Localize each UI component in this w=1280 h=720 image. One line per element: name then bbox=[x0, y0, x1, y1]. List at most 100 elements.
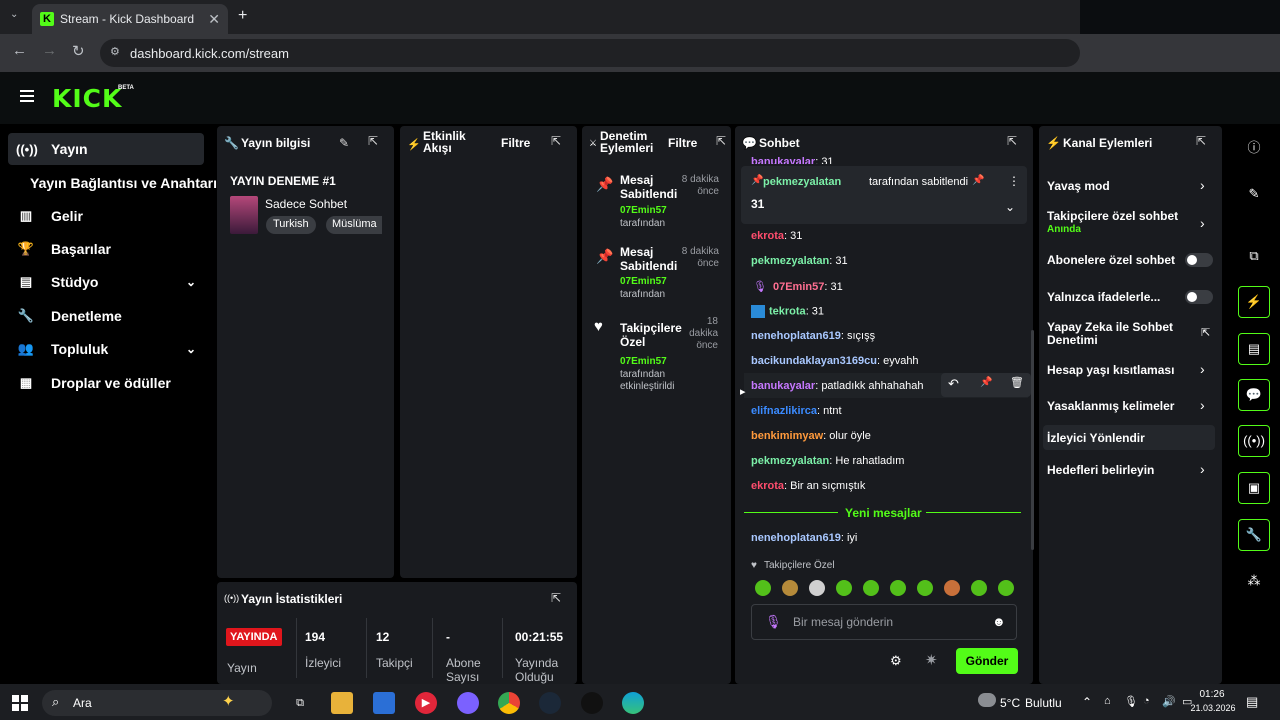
chat-input-placeholder[interactable]: Bir mesaj gönderin bbox=[793, 615, 893, 629]
emote-icon[interactable] bbox=[782, 580, 798, 596]
emotes-only-toggle[interactable] bbox=[1185, 290, 1213, 304]
chat-scrollbar[interactable] bbox=[1031, 330, 1034, 550]
chat-username[interactable]: ekrota bbox=[751, 230, 784, 242]
subscribers-only-toggle[interactable] bbox=[1185, 253, 1213, 267]
emote-icon[interactable] bbox=[809, 580, 825, 596]
edge-icon[interactable] bbox=[622, 692, 644, 714]
chat-message[interactable]: elifnazlikirca: ntnt bbox=[751, 405, 842, 417]
popout-icon[interactable]: ⇱ bbox=[551, 134, 561, 148]
sidebar-item-gelir[interactable]: ▥ Gelir bbox=[8, 200, 204, 232]
chat-username[interactable]: banukayalar bbox=[751, 156, 815, 164]
filter-button[interactable]: Filtre bbox=[501, 136, 530, 150]
back-icon[interactable]: ← bbox=[12, 42, 27, 59]
clock-time[interactable]: 01:26 bbox=[1195, 689, 1229, 700]
chevron-right-icon[interactable]: › bbox=[1200, 177, 1205, 193]
chat-message[interactable]: pekmezyalatan: He rahatladım bbox=[751, 455, 904, 467]
emote-icon[interactable] bbox=[890, 580, 906, 596]
edit-icon[interactable]: ✎ bbox=[1238, 178, 1270, 210]
chat-message[interactable]: pekmezyalatan: 31 bbox=[751, 255, 848, 267]
chevron-right-icon[interactable]: › bbox=[1200, 397, 1205, 413]
chevron-right-icon[interactable]: › bbox=[1200, 215, 1205, 231]
chevron-down-icon[interactable]: ⌄ bbox=[186, 275, 196, 289]
chat-message[interactable]: banukayalar: 31 bbox=[751, 156, 834, 164]
discord-icon[interactable] bbox=[457, 692, 479, 714]
chat-message[interactable]: benkimimyaw: olur öyle bbox=[751, 430, 871, 442]
edit-icon[interactable]: ✎ bbox=[339, 136, 349, 150]
popout-icon[interactable]: ⇱ bbox=[551, 591, 561, 605]
pin-icon[interactable]: 📌 bbox=[980, 377, 992, 388]
chrome-icon[interactable] bbox=[498, 692, 520, 714]
mic-tray-icon[interactable]: 🎙 bbox=[1124, 695, 1138, 708]
chat-message[interactable]: nenehoplatan619: iyi bbox=[751, 532, 857, 544]
channel-action-raid[interactable]: İzleyici Yönlendir bbox=[1047, 431, 1145, 445]
windows-start-icon[interactable] bbox=[12, 695, 28, 711]
notification-icon[interactable]: ▤ bbox=[1246, 694, 1258, 710]
unpin-icon[interactable]: 📌 bbox=[972, 175, 984, 186]
close-tab-icon[interactable]: ✕ bbox=[208, 11, 220, 28]
video-icon[interactable]: ▣ bbox=[1238, 472, 1270, 504]
sidebar-item-denetleme[interactable]: 🔧 Denetleme bbox=[8, 300, 204, 332]
filter-button[interactable]: Filtre bbox=[668, 136, 697, 150]
clock-date[interactable]: 21.03.2026 bbox=[1187, 703, 1239, 713]
category-name[interactable]: Sadece Sohbet bbox=[265, 197, 347, 211]
network-icon[interactable]: ⌂ bbox=[1104, 695, 1111, 707]
chat-message[interactable]: bacikundaklayan3169cu: eyvahh bbox=[751, 355, 919, 367]
chat-message[interactable]: ekrota: 31 bbox=[751, 230, 802, 242]
tray-expand-icon[interactable]: ⌃ bbox=[1082, 695, 1092, 709]
reply-icon[interactable]: ↶ bbox=[948, 376, 959, 392]
chat-username[interactable]: pekmezyalatan bbox=[751, 255, 829, 267]
tag-turkish[interactable]: Turkish bbox=[266, 216, 316, 234]
chat-username[interactable]: ekrota bbox=[751, 480, 784, 492]
nodes-icon[interactable]: ⁂ bbox=[1238, 565, 1270, 597]
obs-icon[interactable] bbox=[581, 692, 603, 714]
mod-event-user[interactable]: 07Emin57 bbox=[620, 205, 667, 216]
chat-message[interactable]: nenehoplatan619: sıçışş bbox=[751, 330, 875, 342]
new-tab-button[interactable]: + bbox=[238, 7, 247, 25]
chevron-right-icon[interactable]: › bbox=[1200, 361, 1205, 377]
chat-message[interactable]: tekrota: 31 bbox=[751, 305, 824, 318]
sidebar-item-yayin[interactable]: ((•)) Yayın bbox=[8, 133, 204, 165]
wrench-icon[interactable]: 🔧 bbox=[1238, 519, 1270, 551]
chat-username[interactable]: benkimimyaw bbox=[751, 430, 823, 442]
screenshot-icon[interactable]: ⧉ bbox=[1238, 240, 1270, 272]
external-link-icon[interactable]: ⇱ bbox=[1201, 326, 1210, 339]
weather-text[interactable]: Bulutlu bbox=[1025, 696, 1062, 710]
site-info-icon[interactable]: ⚙ bbox=[110, 45, 120, 58]
menu-icon[interactable] bbox=[20, 90, 34, 102]
mod-event-user[interactable]: 07Emin57 bbox=[620, 356, 667, 367]
channel-action-subscribers-only[interactable]: Abonelere özel sohbet bbox=[1047, 253, 1175, 267]
chat-username[interactable]: banukayalar bbox=[751, 380, 815, 392]
chat-username[interactable]: tekrota bbox=[769, 305, 806, 317]
broadcast-icon[interactable]: ((•)) bbox=[1238, 425, 1270, 457]
chevron-down-icon[interactable]: ⌄ bbox=[1005, 200, 1015, 214]
more-icon[interactable]: ⋮ bbox=[1008, 174, 1020, 188]
channel-action-slow-mode[interactable]: Yavaş mod bbox=[1047, 179, 1110, 193]
notes-icon[interactable]: ▤ bbox=[1238, 333, 1270, 365]
popout-icon[interactable]: ⇱ bbox=[1196, 134, 1206, 148]
wifi-icon[interactable]: ◔ bbox=[1143, 695, 1150, 707]
sidebar-item-basarilar[interactable]: 🏆 Başarılar bbox=[8, 233, 204, 265]
bolt-icon[interactable]: ⚡ bbox=[1238, 286, 1270, 318]
sidebar-item-stream-key[interactable]: Yayın Bağlantısı ve Anahtarı bbox=[22, 167, 218, 199]
sidebar-item-droplar[interactable]: ▦ Droplar ve ödüller bbox=[8, 367, 204, 399]
emoji-icon[interactable]: ☻ bbox=[992, 614, 1006, 629]
kick-logo[interactable]: KICK bbox=[52, 84, 122, 113]
sidebar-item-studyo[interactable]: ▤ Stüdyo ⌄ bbox=[8, 266, 204, 298]
emote-icon[interactable] bbox=[917, 580, 933, 596]
delete-icon[interactable]: 🗑 bbox=[1010, 376, 1024, 389]
file-explorer-icon[interactable] bbox=[331, 692, 353, 714]
weather-temp[interactable]: 5°C bbox=[1000, 696, 1020, 710]
reload-icon[interactable]: ↻ bbox=[72, 42, 85, 60]
channel-action-followers-only[interactable]: Takipçilere özel sohbet bbox=[1047, 209, 1178, 223]
browser-tab[interactable]: K Stream - Kick Dashboard ✕ bbox=[32, 4, 228, 34]
emote-icon[interactable] bbox=[971, 580, 987, 596]
chevron-down-icon[interactable]: ⌄ bbox=[186, 342, 196, 356]
chat-username[interactable]: pekmezyalatan bbox=[751, 455, 829, 467]
popout-icon[interactable]: ⇱ bbox=[1007, 134, 1017, 148]
chat-message[interactable]: 🎙 07Emin57: 31 bbox=[751, 280, 843, 293]
emote-icon[interactable] bbox=[944, 580, 960, 596]
emote-icon[interactable] bbox=[998, 580, 1014, 596]
chat-icon[interactable]: 💬 bbox=[1238, 379, 1270, 411]
emote-icon[interactable] bbox=[863, 580, 879, 596]
channel-action-ai-moderation[interactable]: Yapay Zeka ile Sohbet Denetimi bbox=[1047, 321, 1187, 347]
